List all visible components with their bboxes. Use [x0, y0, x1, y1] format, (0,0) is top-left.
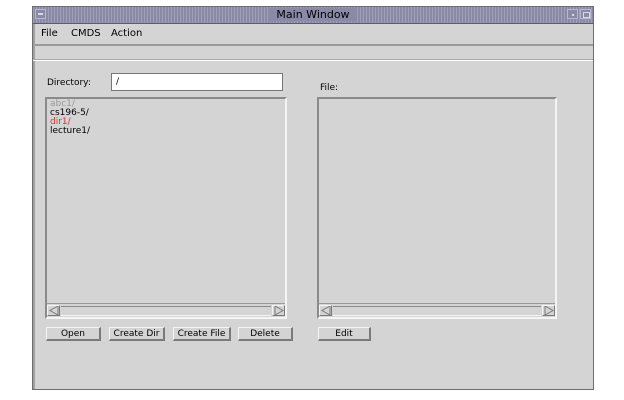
file-hscrollbar[interactable] [319, 303, 555, 317]
create-dir-button[interactable]: Create Dir [109, 327, 165, 341]
open-button[interactable]: Open [46, 327, 101, 341]
toolbar-divider [33, 59, 593, 61]
file-label: File: [320, 83, 339, 93]
minimize-icon[interactable] [567, 9, 578, 19]
scroll-track[interactable] [333, 306, 541, 316]
menu-bar: File CMDS Action [33, 24, 593, 46]
title-bar[interactable]: Main Window [33, 7, 593, 24]
directory-list-items: abc1/ cs196-5/ dir1/ lecture1/ [50, 100, 90, 136]
window-title: Main Window [270, 8, 356, 21]
maximize-icon[interactable] [580, 9, 591, 19]
scroll-track[interactable] [61, 306, 271, 316]
delete-button[interactable]: Delete [238, 327, 293, 341]
list-item[interactable]: lecture1/ [50, 127, 90, 136]
menu-file[interactable]: File [41, 28, 58, 40]
edit-button[interactable]: Edit [318, 327, 371, 341]
menu-cmds[interactable]: CMDS [71, 28, 101, 40]
directory-input[interactable] [111, 73, 283, 91]
menu-action[interactable]: Action [111, 28, 142, 40]
file-list[interactable] [317, 97, 557, 319]
directory-list[interactable]: abc1/ cs196-5/ dir1/ lecture1/ [45, 97, 287, 319]
directory-label: Directory: [47, 78, 91, 88]
scroll-right-arrow-icon[interactable] [542, 305, 555, 316]
create-file-button[interactable]: Create File [173, 327, 231, 341]
scroll-left-arrow-icon[interactable] [319, 305, 332, 316]
window-left-border [33, 24, 35, 389]
main-window: Main Window File CMDS Action Directory: … [32, 6, 594, 390]
scroll-right-arrow-icon[interactable] [272, 305, 285, 316]
scroll-left-arrow-icon[interactable] [47, 305, 60, 316]
directory-hscrollbar[interactable] [47, 303, 285, 317]
